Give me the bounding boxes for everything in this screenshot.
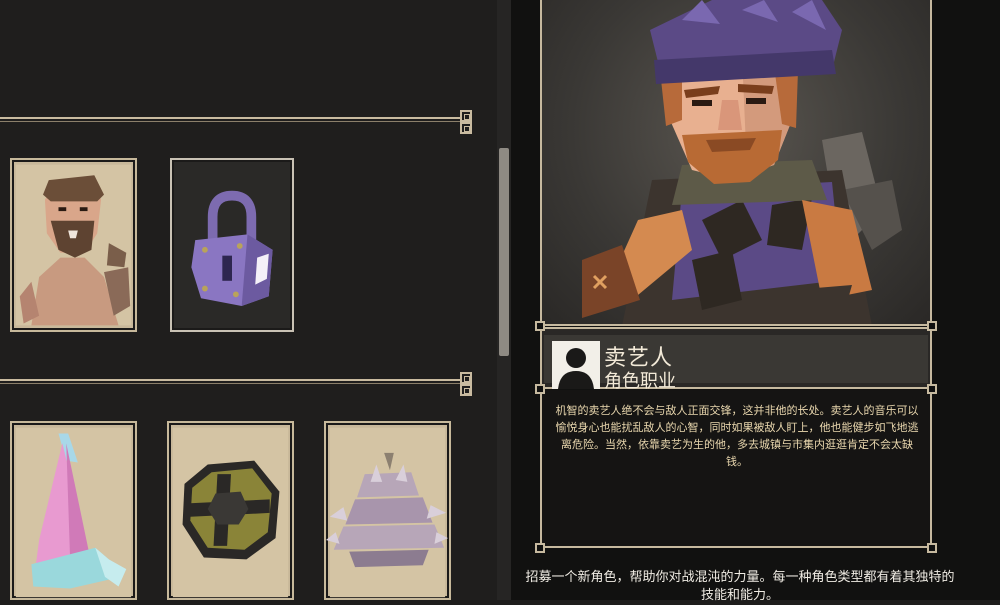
- section-divider: [0, 379, 462, 384]
- item-card-pink-hat[interactable]: [10, 421, 137, 600]
- frame-corner-icon: [535, 543, 545, 553]
- class-card-locked[interactable]: [170, 158, 294, 332]
- person-silhouette-icon: [558, 348, 594, 389]
- bearded-man-portrait-icon: [15, 164, 132, 326]
- spiked-helmet-icon: [326, 427, 449, 598]
- description-box: 机智的卖艺人绝不会与敌人正面交锋，这并非他的长处。卖艺人的音乐可以愉悦身心也能扰…: [540, 390, 932, 548]
- item-card-round-shield[interactable]: [167, 421, 294, 600]
- hero-description: 机智的卖艺人绝不会与敌人正面交锋，这并非他的长处。卖艺人的音乐可以愉悦身心也能扰…: [555, 404, 919, 468]
- pink-hat-icon: [15, 427, 132, 598]
- minstrel-portrait-icon: [582, 0, 902, 324]
- divider-ornament-icon: [460, 372, 472, 384]
- frame-corner-icon: [535, 321, 545, 331]
- divider-ornament-icon: [460, 122, 472, 134]
- section-divider: [0, 117, 462, 122]
- padlock-icon: [191, 190, 273, 306]
- frame-corner-icon: [535, 384, 545, 394]
- name-band: 卖艺人 角色职业: [544, 335, 928, 392]
- class-card-bearded-man[interactable]: [10, 158, 137, 332]
- item-card-spiked-helmet[interactable]: [324, 421, 451, 600]
- scrollbar-thumb[interactable]: [499, 148, 509, 356]
- round-shield-icon: [172, 427, 289, 598]
- divider-ornament-icon: [460, 384, 472, 396]
- frame-corner-icon: [927, 384, 937, 394]
- frame-corner-icon: [927, 321, 937, 331]
- frame-corner-icon: [927, 543, 937, 553]
- hero-name-bar: 卖艺人 角色职业: [540, 327, 932, 392]
- hero-portrait: [540, 0, 932, 326]
- class-list-panel: [0, 0, 497, 600]
- avatar: [552, 341, 600, 389]
- divider-ornament-icon: [460, 110, 472, 122]
